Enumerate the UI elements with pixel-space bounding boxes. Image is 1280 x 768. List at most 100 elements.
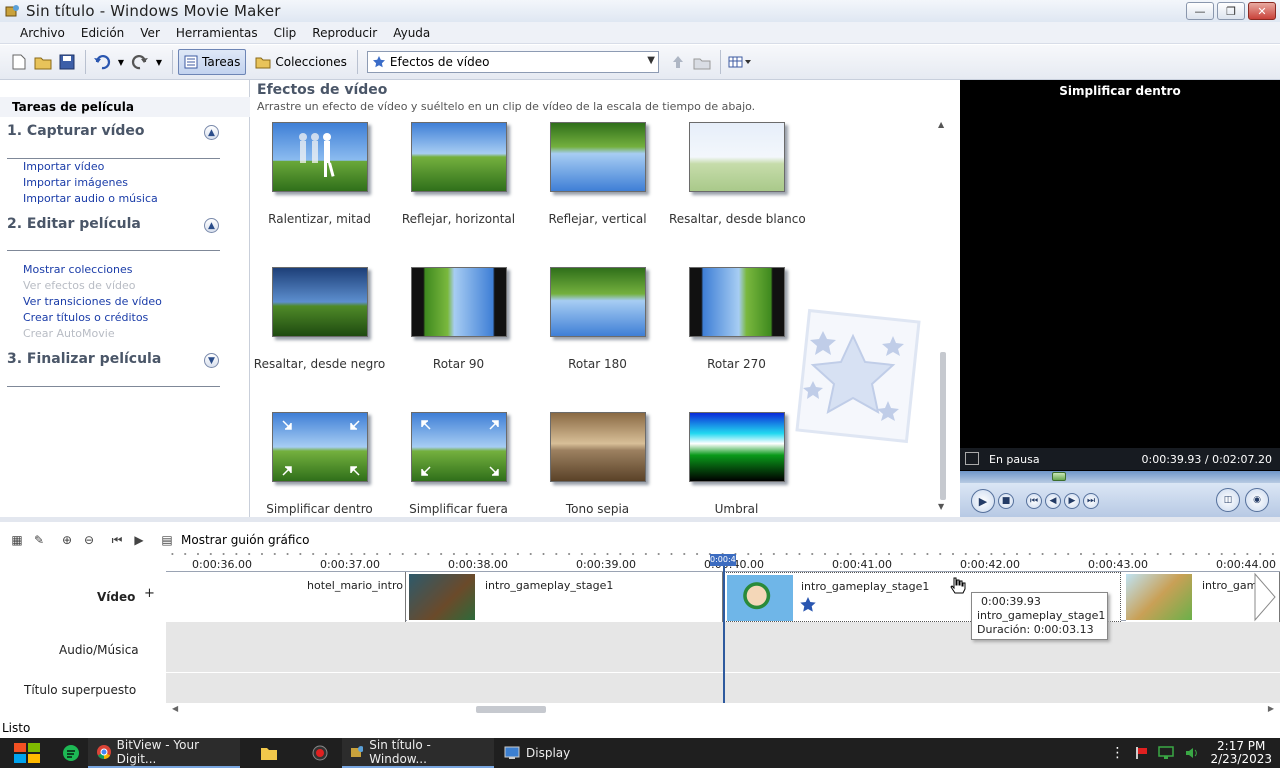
menu-archivo[interactable]: Archivo	[12, 26, 73, 40]
effect-item[interactable]: Tono sepia	[530, 412, 665, 516]
taskbar-item-display[interactable]: Display	[494, 738, 580, 768]
undo-dropdown-icon[interactable]: ▼	[115, 51, 127, 73]
effect-item[interactable]: Rotar 270	[669, 267, 804, 371]
menu-edicion[interactable]: Edición	[73, 26, 132, 40]
minimize-button[interactable]: —	[1186, 2, 1214, 20]
expand-track-icon[interactable]: +	[144, 586, 155, 601]
section-edit-title[interactable]: 2. Editar película	[7, 216, 141, 232]
timeline-clip[interactable]: hotel_mario_intro	[166, 572, 406, 622]
tasks-toggle-button[interactable]: Tareas	[178, 49, 247, 75]
collapse-up-icon[interactable]: ▲	[204, 125, 219, 140]
save-project-icon[interactable]	[56, 51, 78, 73]
star-icon	[372, 56, 385, 68]
open-project-icon[interactable]	[32, 51, 54, 73]
zoom-in-icon[interactable]: ⊕	[56, 530, 78, 550]
undo-icon[interactable]	[91, 51, 113, 73]
new-collection-icon[interactable]	[691, 51, 713, 73]
collections-toggle-button[interactable]: Colecciones	[250, 49, 352, 75]
taskbar-clock[interactable]: 2:17 PM 2/23/2023	[1210, 740, 1272, 766]
taskbar-item-browser[interactable]: BitView - Your Digit...	[88, 738, 240, 768]
scroll-up-icon[interactable]: ▲	[938, 120, 944, 129]
flag-icon[interactable]	[1134, 746, 1148, 760]
link-view-effects: Ver efectos de vídeo	[23, 279, 136, 292]
effect-label: Resaltar, desde negro	[253, 357, 386, 371]
scroll-right-arrow-icon[interactable]	[1251, 572, 1279, 622]
scroll-left-icon[interactable]: ◀	[172, 704, 178, 713]
step-back-icon[interactable]: ◀	[1045, 493, 1061, 509]
menu-ayuda[interactable]: Ayuda	[385, 26, 438, 40]
taskbar-item-movie-maker[interactable]: Sin título - Window...	[342, 738, 494, 768]
window-title: Sin título - Windows Movie Maker	[26, 2, 281, 20]
play-icon[interactable]: ▶	[971, 489, 995, 513]
display-icon	[504, 746, 520, 759]
set-audio-levels-icon[interactable]: ▦	[6, 530, 28, 550]
rewind-timeline-icon[interactable]: ⏮	[106, 530, 128, 550]
split-view-icon[interactable]	[965, 452, 979, 465]
effect-item[interactable]: Simplificar fuera	[391, 412, 526, 516]
previous-frame-icon[interactable]: ⏮	[1026, 493, 1042, 509]
stop-icon[interactable]: ■	[998, 493, 1014, 509]
next-frame-icon[interactable]: ⏭	[1083, 493, 1099, 509]
section-finish-title[interactable]: 3. Finalizar película	[7, 351, 161, 367]
timeline-clip[interactable]: intro_game	[1126, 572, 1280, 622]
collection-combo[interactable]: Efectos de vídeo ▼	[366, 51, 659, 73]
show-storyboard-button[interactable]: Mostrar guión gráfico	[181, 533, 309, 547]
effect-item[interactable]: Rotar 180	[530, 267, 665, 371]
timeline-clip[interactable]: intro_gameplay_stage1	[407, 572, 723, 622]
link-create-titles[interactable]: Crear títulos o créditos	[23, 311, 148, 324]
collapse-up-icon[interactable]: ▲	[204, 218, 219, 233]
video-track-label: Vídeo	[97, 590, 136, 604]
maximize-button[interactable]: ❐	[1217, 2, 1245, 20]
up-level-icon[interactable]	[667, 51, 689, 73]
section-capture-title[interactable]: 1. Capturar vídeo	[7, 123, 145, 139]
clip-name: intro_gameplay_stage1	[485, 579, 614, 592]
taskbar-file-explorer[interactable]	[240, 738, 298, 768]
effect-item[interactable]: Resaltar, desde negro	[252, 267, 387, 371]
storyboard-icon[interactable]: ▤	[156, 530, 178, 550]
redo-icon[interactable]	[129, 51, 151, 73]
effect-item[interactable]: Resaltar, desde blanco	[669, 122, 806, 226]
expand-down-icon[interactable]: ▼	[204, 353, 219, 368]
taskbar-recorder[interactable]	[298, 738, 342, 768]
narrate-timeline-icon[interactable]: ✎	[28, 530, 50, 550]
start-button[interactable]	[0, 738, 54, 768]
effect-item[interactable]: Simplificar dentro	[252, 412, 387, 516]
network-icon[interactable]	[1158, 746, 1175, 760]
scroll-right-icon[interactable]: ▶	[1268, 704, 1274, 713]
timeline-scroll-thumb[interactable]	[476, 706, 546, 713]
effect-item[interactable]: Reflejar, horizontal	[391, 122, 526, 226]
menu-herramientas[interactable]: Herramientas	[168, 26, 266, 40]
effect-item[interactable]: Reflejar, vertical	[530, 122, 665, 226]
zoom-out-icon[interactable]: ⊖	[78, 530, 100, 550]
effects-vertical-scrollbar[interactable]: ▲ ▼	[936, 118, 950, 512]
effect-item[interactable]: Umbral	[669, 412, 804, 516]
effects-scroll-thumb[interactable]	[940, 352, 946, 500]
link-show-collections[interactable]: Mostrar colecciones	[23, 263, 133, 276]
preview-seek-bar[interactable]	[960, 471, 1280, 483]
effect-item[interactable]: Rotar 90	[391, 267, 526, 371]
close-button[interactable]: ✕	[1248, 2, 1276, 20]
take-picture-icon[interactable]: ◉	[1245, 488, 1269, 512]
new-project-icon[interactable]	[8, 51, 30, 73]
menu-reproducir[interactable]: Reproducir	[304, 26, 385, 40]
effect-label: Simplificar dentro	[266, 502, 373, 516]
link-import-video[interactable]: Importar vídeo	[23, 160, 104, 173]
seek-knob[interactable]	[1052, 472, 1067, 481]
playhead-indicator[interactable]: 0:00:40.00	[710, 554, 736, 566]
split-clip-icon[interactable]: ◫	[1216, 488, 1240, 512]
volume-icon[interactable]	[1184, 746, 1200, 760]
effect-item[interactable]: Ralentizar, mitad	[252, 122, 387, 226]
taskbar-app-green[interactable]	[54, 738, 88, 768]
playhead[interactable]	[723, 560, 725, 703]
link-view-transitions[interactable]: Ver transiciones de vídeo	[23, 295, 162, 308]
menu-ver[interactable]: Ver	[132, 26, 168, 40]
link-import-images[interactable]: Importar imágenes	[23, 176, 128, 189]
link-import-audio[interactable]: Importar audio o música	[23, 192, 158, 205]
view-options-icon[interactable]	[726, 51, 754, 73]
redo-dropdown-icon[interactable]: ▼	[153, 51, 165, 73]
more-tray-icon[interactable]: ⋮	[1110, 745, 1124, 761]
menu-clip[interactable]: Clip	[266, 26, 305, 40]
play-timeline-icon[interactable]: ▶	[128, 530, 150, 550]
scroll-down-icon[interactable]: ▼	[938, 502, 944, 511]
step-forward-icon[interactable]: ▶	[1064, 493, 1080, 509]
